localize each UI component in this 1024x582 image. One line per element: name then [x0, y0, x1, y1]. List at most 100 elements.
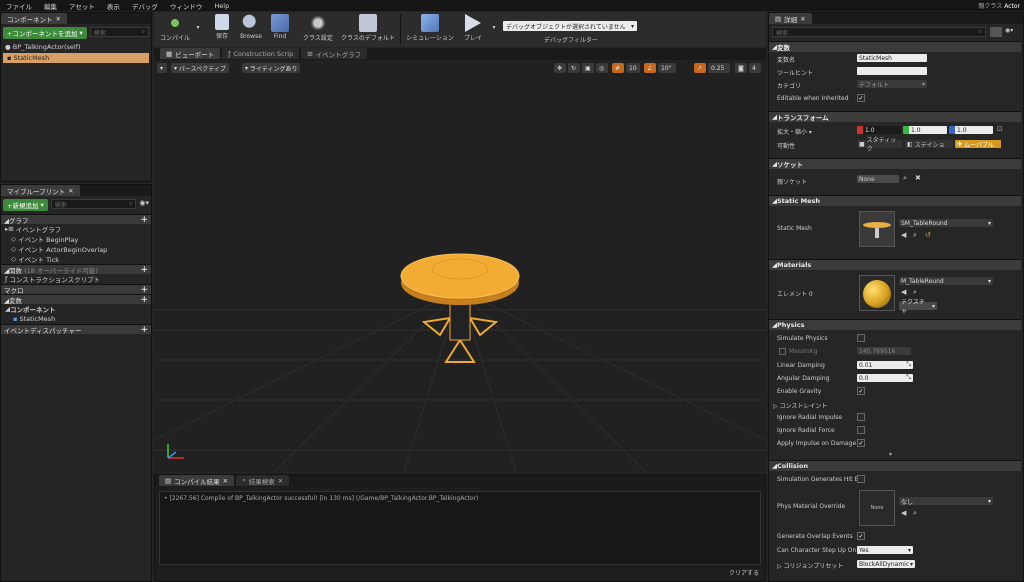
static-mesh-select[interactable]: SM_TableRound ▾	[899, 219, 993, 227]
add-component-button[interactable]: +コンポーネントを追加 ▾	[3, 27, 87, 39]
event-item[interactable]: ◇ イベント Tick	[1, 254, 151, 264]
translate-icon[interactable]: ✥	[554, 63, 566, 73]
details-search-input[interactable]: 検索 ⌕	[772, 27, 986, 37]
close-icon[interactable]: ✕	[278, 477, 283, 485]
class-defaults-button[interactable]: クラスのデフォルト	[340, 14, 396, 42]
blueprint-search-input[interactable]: 検索 ⌕	[50, 199, 137, 209]
material-thumbnail[interactable]	[859, 275, 895, 311]
add-new-button[interactable]: +新規追加 ▾	[3, 199, 48, 211]
section-physics[interactable]: ◢ Physics	[769, 319, 1021, 330]
scale-icon[interactable]: ▣	[582, 63, 594, 73]
collision-preset-select[interactable]: BlockAllDynamic ▾	[857, 560, 915, 568]
save-button[interactable]: 保存	[210, 14, 234, 40]
menu-help[interactable]: Help	[208, 2, 235, 10]
simulation-button[interactable]: シミュレーション	[404, 14, 456, 42]
grid-snap-icon[interactable]: #	[612, 63, 624, 73]
apply-impulse-checkbox[interactable]: ✓	[857, 439, 865, 447]
event-item[interactable]: ◇ イベント BeginPlay	[1, 234, 151, 244]
browse-button[interactable]: Browse	[238, 14, 264, 40]
rotate-icon[interactable]: ↻	[568, 63, 580, 73]
clear-icon[interactable]: ✖	[915, 174, 921, 182]
find-button[interactable]: Find	[268, 14, 292, 40]
ignore-radial-impulse-checkbox[interactable]	[857, 413, 865, 421]
reset-icon[interactable]: ↺	[925, 231, 931, 239]
section-functions[interactable]: ◢関数 (18 オーバーライド可能) +	[1, 264, 151, 275]
section-macros[interactable]: マクロ +	[1, 284, 151, 295]
perspective-button[interactable]: ▾ パースペクティブ	[171, 63, 229, 73]
compile-options-dropdown[interactable]: ▾	[194, 24, 202, 31]
section-materials[interactable]: ◢ Materials	[769, 259, 1021, 270]
section-dispatchers[interactable]: イベントディスパッチャー +	[1, 324, 151, 335]
section-graph[interactable]: ◢グラフ +	[1, 214, 151, 225]
menu-view[interactable]: 表示	[101, 1, 126, 11]
camera-speed-icon[interactable]: ◙	[735, 63, 747, 73]
tab-details[interactable]: ▤ 詳細 ✕	[769, 13, 812, 24]
section-socket[interactable]: ◢ ソケット	[769, 158, 1021, 169]
simulate-physics-checkbox[interactable]	[857, 334, 865, 342]
menu-window[interactable]: ウィンドウ	[164, 1, 209, 11]
enable-gravity-checkbox[interactable]: ✓	[857, 387, 865, 395]
component-item-staticmesh[interactable]: ▪ StaticMesh	[3, 53, 149, 63]
phys-material-select[interactable]: なし ▾	[899, 497, 993, 506]
tab-construction-script[interactable]: ƒ Construction Scrip	[222, 48, 300, 59]
tab-compile-results[interactable]: ▤ コンパイル結果 ✕	[159, 475, 235, 486]
close-icon[interactable]: ✕	[223, 477, 228, 485]
angular-damping-field[interactable]: 0.0 ⤡	[857, 374, 913, 382]
viewport[interactable]: ▾ ▾ パースペクティブ ▾ ライティングあり ✥ ↻ ▣ ◎ # 10 ∠ 1…	[154, 60, 766, 472]
material-select[interactable]: M_TableRound ▾	[899, 277, 993, 285]
variable-name-field[interactable]: StaticMesh	[857, 54, 927, 62]
event-item[interactable]: ◇ イベント ActorBeginOverlap	[1, 244, 151, 254]
play-button[interactable]: プレイ	[458, 14, 488, 42]
camera-speed-value[interactable]: 4	[749, 63, 761, 73]
ignore-radial-force-checkbox[interactable]	[857, 426, 865, 434]
section-variable[interactable]: ◢ 変数	[769, 41, 1021, 52]
parent-socket-field[interactable]: None	[857, 175, 899, 183]
scale-snap-icon[interactable]: ↗	[694, 63, 706, 73]
static-mesh-thumbnail[interactable]	[859, 211, 895, 247]
add-function-icon[interactable]: +	[140, 265, 148, 274]
scale-z-field[interactable]: 1.0	[949, 126, 993, 134]
search-icon[interactable]: ⌕	[903, 174, 907, 183]
overlap-events-checkbox[interactable]: ✓	[857, 532, 865, 540]
constraints-expander[interactable]: ▷ コンストレイント	[773, 401, 827, 410]
components-category[interactable]: ◢ コンポーネント	[1, 304, 151, 314]
scale-y-field[interactable]: 1.0	[903, 126, 947, 134]
tab-components[interactable]: コンポーネント ✕	[1, 13, 67, 24]
section-collision[interactable]: ◢ Collision	[769, 460, 1021, 471]
close-icon[interactable]: ✕	[68, 187, 73, 195]
mobility-static-button[interactable]: ■ スタティック	[857, 137, 903, 153]
close-icon[interactable]: ✕	[800, 15, 805, 23]
browse-icon[interactable]: ⌕	[913, 288, 917, 297]
rotation-snap-value[interactable]: 10°	[658, 63, 676, 73]
category-select[interactable]: デフォルト ▾	[857, 80, 927, 89]
rotation-snap-icon[interactable]: ∠	[644, 63, 656, 73]
use-selected-icon[interactable]: ◀	[901, 231, 906, 239]
texture-button[interactable]: テクスチャ ▾	[899, 299, 937, 315]
add-graph-icon[interactable]: +	[140, 215, 148, 224]
property-matrix-icon[interactable]	[990, 27, 1002, 37]
compile-button[interactable]: コンパイル	[158, 14, 192, 42]
component-search-input[interactable]: 検索 ⌕	[89, 27, 149, 37]
hit-events-checkbox[interactable]	[857, 475, 865, 483]
debug-object-select[interactable]: デバッグオブジェクトが選択されていません ▾	[503, 21, 637, 31]
step-up-select[interactable]: Yes ▾	[857, 546, 913, 554]
lock-icon[interactable]: ⊡	[997, 125, 1003, 133]
menu-edit[interactable]: 編集	[38, 1, 63, 11]
function-item[interactable]: ƒ コンストラクションスクリプト	[1, 274, 151, 284]
linear-damping-field[interactable]: 0.01 ⤡	[857, 361, 913, 369]
close-icon[interactable]: ✕	[56, 15, 61, 23]
world-local-icon[interactable]: ◎	[596, 63, 608, 73]
tab-event-graph[interactable]: ⊞ イベントグラフ	[301, 48, 368, 59]
mobility-movable-button[interactable]: ✥ ムーバブル	[955, 140, 1001, 149]
graph-item[interactable]: ▸⊞ イベントグラフ	[1, 224, 151, 234]
eye-icon[interactable]: ◉▾	[139, 199, 149, 211]
menu-debug[interactable]: デバッグ	[126, 1, 164, 11]
scale-x-field[interactable]: 1.0	[857, 126, 901, 134]
section-static-mesh[interactable]: ◢ Static Mesh	[769, 195, 1021, 206]
class-settings-button[interactable]: クラス設定	[300, 14, 336, 42]
section-transform[interactable]: ◢ トランスフォーム	[769, 111, 1021, 122]
scale-snap-value[interactable]: 0.25	[708, 63, 730, 73]
clear-button[interactable]: クリアする	[729, 568, 759, 577]
mobility-stationary-button[interactable]: ◧ ステイショ	[905, 140, 953, 149]
browse-icon[interactable]: ⌕	[913, 509, 917, 518]
